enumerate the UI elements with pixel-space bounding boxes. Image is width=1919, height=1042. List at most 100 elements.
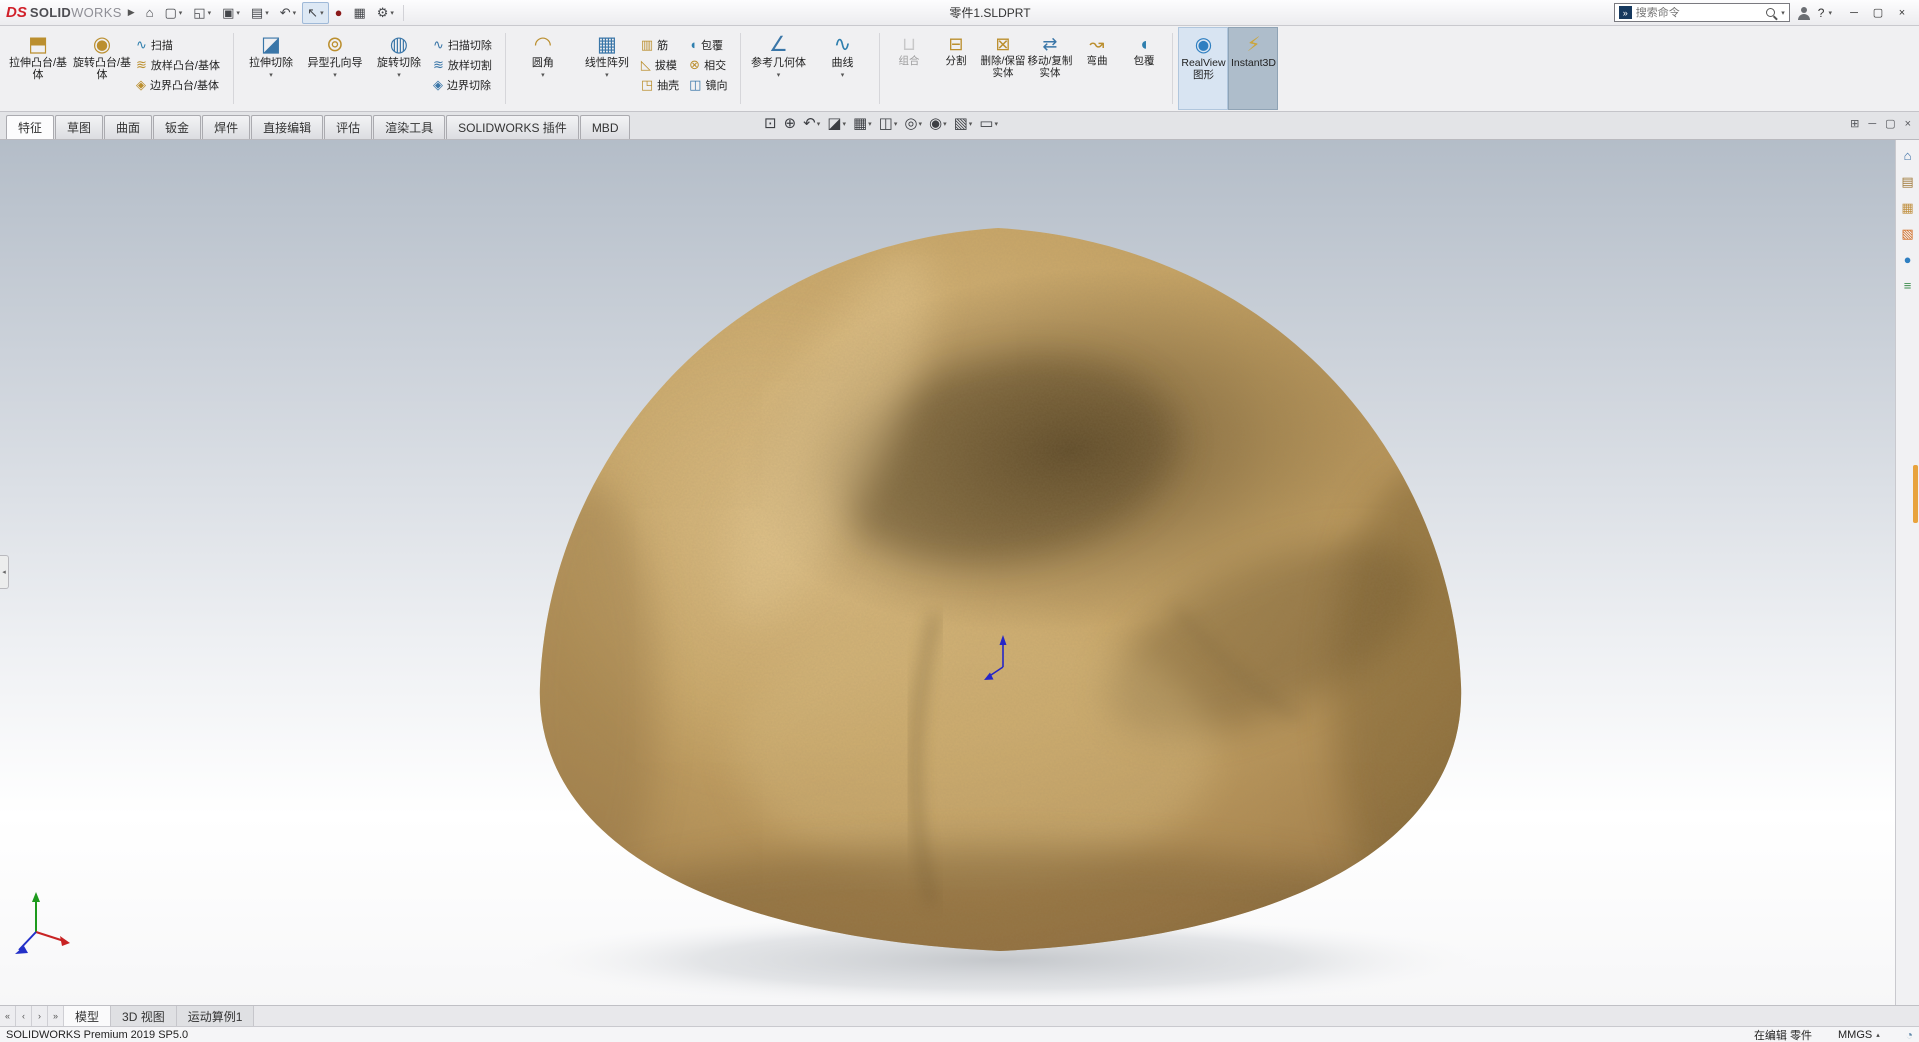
select-tool-button[interactable]: ↖ ▾ — [302, 1, 329, 24]
graphics-area[interactable] — [0, 140, 1895, 1005]
mirror-button[interactable]: ◫ 镜向 — [687, 75, 735, 95]
minimize-button[interactable]: ─ — [1843, 3, 1865, 22]
swept-cut-button[interactable]: ∿ 扫描切除 — [431, 35, 500, 55]
dropdown-caret-icon[interactable]: ▾ — [390, 9, 394, 17]
doc-restore-button[interactable]: ▢ — [1885, 116, 1895, 132]
revolved-cut-button[interactable]: ◍ 旋转切除 ▾ — [367, 27, 431, 110]
taskpane-home-button[interactable]: ⌂ — [1898, 147, 1918, 165]
split-button[interactable]: ⊟ 分割 — [932, 27, 979, 110]
shell-button[interactable]: ◳ 抽壳 — [639, 75, 687, 95]
doc-tile-button[interactable]: ⊞ — [1850, 116, 1859, 132]
dropdown-caret-icon[interactable]: ▾ — [868, 120, 872, 128]
tab-sheet-metal[interactable]: 钣金 — [153, 115, 202, 139]
dropdown-caret-icon[interactable]: ▾ — [842, 120, 846, 128]
rebuild-button[interactable]: ● — [330, 2, 348, 24]
save-button[interactable]: ▣ ▾ — [217, 2, 245, 24]
instant3d-toggle[interactable]: ⚡ Instant3D — [1228, 27, 1279, 110]
extruded-boss-base-button[interactable]: ⬒ 拉伸凸台/基体 — [6, 27, 70, 110]
scroll-next-button[interactable]: › — [32, 1006, 48, 1026]
print-button[interactable]: ▤ ▾ — [246, 2, 274, 24]
scrollbar-thumb[interactable] — [1913, 465, 1918, 523]
dropdown-caret-icon[interactable]: ▾ — [1828, 9, 1832, 17]
dropdown-caret-icon[interactable]: ▾ — [333, 70, 337, 82]
swept-boss-base-button[interactable]: ∿ 扫描 — [134, 35, 228, 55]
lofted-cut-button[interactable]: ≋ 放样切割 — [431, 55, 500, 75]
tab-direct-editing[interactable]: 直接编辑 — [251, 115, 324, 139]
dropdown-caret-icon[interactable]: ▾ — [918, 120, 922, 128]
maximize-button[interactable]: ▢ — [1867, 3, 1889, 22]
extruded-cut-button[interactable]: ◪ 拉伸切除 ▾ — [239, 27, 303, 110]
taskpane-appearances-button[interactable]: ● — [1898, 251, 1918, 269]
graphics-viewport[interactable]: ◂ — [0, 140, 1895, 1005]
dropdown-caret-icon[interactable]: ▾ — [994, 120, 998, 128]
tab-features[interactable]: 特征 — [6, 115, 55, 139]
status-help-icon[interactable]: ◔ — [1906, 1028, 1913, 1042]
dropdown-caret-icon[interactable]: ▴ — [1876, 1031, 1880, 1039]
dropdown-caret-icon[interactable]: ▾ — [943, 120, 947, 128]
edit-appearance-button[interactable]: ◉ ▾ — [927, 115, 949, 133]
taskpane-view-palette-button[interactable]: ▧ — [1898, 225, 1918, 243]
move-copy-bodies-button[interactable]: ⇄ 移动/复制实体 — [1026, 27, 1073, 110]
doc-close-button[interactable]: × — [1905, 116, 1911, 132]
wrap-button-2[interactable]: ◖ 包覆 — [1120, 27, 1167, 110]
hide-show-items-button[interactable]: ◎ ▾ — [902, 115, 924, 133]
dropdown-caret-icon[interactable]: ▾ — [236, 9, 240, 17]
dropdown-caret-icon[interactable]: ▾ — [208, 9, 212, 17]
unit-system-selector[interactable]: MMGS ▴ — [1838, 1029, 1880, 1041]
draft-button[interactable]: ◺ 拔模 — [639, 55, 687, 75]
section-view-button[interactable]: ◪ ▾ — [825, 115, 848, 133]
boundary-cut-button[interactable]: ◈ 边界切除 — [431, 75, 500, 95]
settings-button[interactable]: ⚙ ▾ — [372, 2, 399, 24]
flex-button[interactable]: ↝ 弯曲 — [1073, 27, 1120, 110]
search-caret-icon[interactable]: ▾ — [1781, 9, 1785, 17]
reference-geometry-button[interactable]: ∠ 参考几何体 ▾ — [746, 27, 810, 110]
tab-sketch[interactable]: 草图 — [55, 115, 104, 139]
scroll-first-button[interactable]: « — [0, 1006, 16, 1026]
tab-mbd[interactable]: MBD — [579, 115, 631, 139]
dropdown-caret-icon[interactable]: ▾ — [397, 70, 401, 82]
display-style-button[interactable]: ◫ ▾ — [877, 115, 900, 133]
zoom-to-fit-button[interactable]: ⊡ — [762, 115, 779, 133]
realview-graphics-toggle[interactable]: ◉ RealView 图形 — [1178, 27, 1229, 110]
lofted-boss-base-button[interactable]: ≋ 放样凸台/基体 — [134, 55, 228, 75]
command-search[interactable]: » ▾ — [1613, 3, 1790, 22]
menu-flyout-arrow-icon[interactable]: ▶ — [128, 7, 135, 18]
dropdown-caret-icon[interactable]: ▾ — [269, 70, 273, 82]
tab-evaluate[interactable]: 评估 — [324, 115, 373, 139]
taskpane-custom-properties-button[interactable]: ≡ — [1898, 277, 1918, 295]
scroll-last-button[interactable]: » — [48, 1006, 64, 1026]
dropdown-caret-icon[interactable]: ▾ — [293, 9, 297, 17]
options-grid-button[interactable]: ▦ — [348, 2, 370, 24]
revolved-boss-base-button[interactable]: ◉ 旋转凸台/基体 — [70, 27, 134, 110]
tab-3d-views[interactable]: 3D 视图 — [111, 1006, 177, 1026]
tab-solidworks-addins[interactable]: SOLIDWORKS 插件 — [446, 115, 579, 139]
boundary-boss-base-button[interactable]: ◈ 边界凸台/基体 — [134, 75, 228, 95]
view-orientation-button[interactable]: ▦ ▾ — [851, 115, 874, 133]
dropdown-caret-icon[interactable]: ▾ — [320, 9, 324, 17]
tab-motion-study-1[interactable]: 运动算例1 — [176, 1006, 255, 1026]
rib-button[interactable]: ▥ 筋 — [639, 35, 687, 55]
search-input[interactable] — [1635, 6, 1763, 19]
tab-model[interactable]: 模型 — [64, 1006, 112, 1026]
dropdown-caret-icon[interactable]: ▾ — [969, 120, 973, 128]
search-scope-icon[interactable]: » — [1618, 6, 1632, 19]
zoom-to-area-button[interactable]: ⊕ — [782, 115, 799, 133]
tab-surfaces[interactable]: 曲面 — [104, 115, 153, 139]
dropdown-caret-icon[interactable]: ▾ — [817, 120, 821, 128]
dropdown-caret-icon[interactable]: ▾ — [179, 9, 183, 17]
dropdown-caret-icon[interactable]: ▾ — [777, 70, 781, 82]
close-button[interactable]: × — [1891, 3, 1913, 22]
featuremanager-collapsed-tab[interactable]: ◂ — [0, 555, 9, 589]
search-icon[interactable] — [1766, 8, 1776, 17]
dropdown-caret-icon[interactable]: ▾ — [841, 70, 845, 82]
dropdown-caret-icon[interactable]: ▾ — [894, 120, 898, 128]
delete-keep-body-button[interactable]: ⊠ 删除/保留实体 — [979, 27, 1026, 110]
curves-button[interactable]: ∿ 曲线 ▾ — [810, 27, 874, 110]
previous-view-button[interactable]: ↶ ▾ — [801, 115, 822, 133]
dropdown-caret-icon[interactable]: ▾ — [541, 70, 545, 82]
home-button[interactable]: ⌂ — [141, 2, 159, 24]
view-settings-button[interactable]: ▭ ▾ — [977, 115, 1000, 133]
tab-weldments[interactable]: 焊件 — [202, 115, 251, 139]
dropdown-caret-icon[interactable]: ▾ — [605, 70, 609, 82]
hole-wizard-button[interactable]: ⊚ 异型孔向导 ▾ — [303, 27, 367, 110]
